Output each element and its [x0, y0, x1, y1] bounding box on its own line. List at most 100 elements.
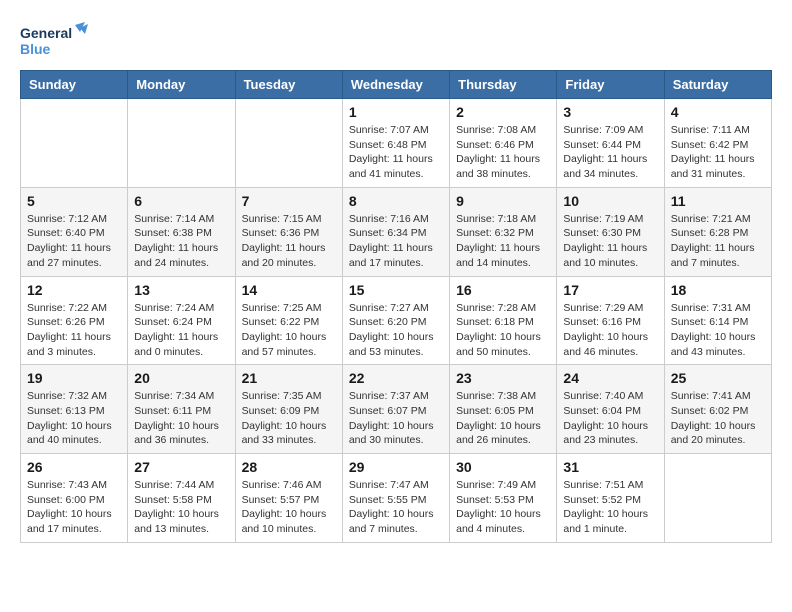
- day-number: 24: [563, 370, 657, 386]
- day-number: 29: [349, 459, 443, 475]
- weekday-header-thursday: Thursday: [450, 71, 557, 99]
- calendar-cell: 9 Sunrise: 7:18 AM Sunset: 6:32 PM Daylig…: [450, 187, 557, 276]
- day-number: 20: [134, 370, 228, 386]
- weekday-header-row: SundayMondayTuesdayWednesdayThursdayFrid…: [21, 71, 772, 99]
- weekday-header-tuesday: Tuesday: [235, 71, 342, 99]
- calendar-cell: 15 Sunrise: 7:27 AM Sunset: 6:20 PM Dayli…: [342, 276, 449, 365]
- week-row-4: 19 Sunrise: 7:32 AM Sunset: 6:13 PM Dayli…: [21, 365, 772, 454]
- calendar-cell: 2Sunrise: 7:08 AM Sunset: 6:46 PM Daylig…: [450, 99, 557, 188]
- day-info: Sunrise: 7:19 AM Sunset: 6:30 PM Dayligh…: [563, 212, 657, 271]
- day-number: 5: [27, 193, 121, 209]
- day-number: 30: [456, 459, 550, 475]
- day-info: Sunrise: 7:14 AM Sunset: 6:38 PM Dayligh…: [134, 212, 228, 271]
- weekday-header-wednesday: Wednesday: [342, 71, 449, 99]
- day-number: 21: [242, 370, 336, 386]
- day-number: 9: [456, 193, 550, 209]
- week-row-5: 26 Sunrise: 7:43 AM Sunset: 6:00 PM Dayli…: [21, 454, 772, 543]
- page-header: General Blue: [20, 20, 772, 60]
- day-info: Sunrise: 7:47 AM Sunset: 5:55 PM Dayligh…: [349, 478, 443, 537]
- day-info: Sunrise: 7:28 AM Sunset: 6:18 PM Dayligh…: [456, 301, 550, 360]
- calendar-cell: [128, 99, 235, 188]
- day-info: Sunrise: 7:07 AM Sunset: 6:48 PM Dayligh…: [349, 123, 443, 182]
- calendar-cell: 17 Sunrise: 7:29 AM Sunset: 6:16 PM Dayli…: [557, 276, 664, 365]
- logo-svg: General Blue: [20, 20, 90, 60]
- week-row-1: 1Sunrise: 7:07 AM Sunset: 6:48 PM Daylig…: [21, 99, 772, 188]
- calendar-cell: 23 Sunrise: 7:38 AM Sunset: 6:05 PM Dayli…: [450, 365, 557, 454]
- day-number: 26: [27, 459, 121, 475]
- svg-text:Blue: Blue: [20, 41, 51, 57]
- day-number: 31: [563, 459, 657, 475]
- day-info: Sunrise: 7:37 AM Sunset: 6:07 PM Dayligh…: [349, 389, 443, 448]
- day-info: Sunrise: 7:27 AM Sunset: 6:20 PM Dayligh…: [349, 301, 443, 360]
- day-number: 13: [134, 282, 228, 298]
- calendar-cell: 5 Sunrise: 7:12 AM Sunset: 6:40 PM Daylig…: [21, 187, 128, 276]
- day-info: Sunrise: 7:34 AM Sunset: 6:11 PM Dayligh…: [134, 389, 228, 448]
- calendar-cell: [235, 99, 342, 188]
- calendar-cell: 13 Sunrise: 7:24 AM Sunset: 6:24 PM Dayli…: [128, 276, 235, 365]
- calendar-cell: 3 Sunrise: 7:09 AM Sunset: 6:44 PM Daylig…: [557, 99, 664, 188]
- day-info: Sunrise: 7:40 AM Sunset: 6:04 PM Dayligh…: [563, 389, 657, 448]
- calendar-cell: 7Sunrise: 7:15 AM Sunset: 6:36 PM Daylig…: [235, 187, 342, 276]
- day-number: 4: [671, 104, 765, 120]
- day-number: 22: [349, 370, 443, 386]
- day-info: Sunrise: 7:35 AM Sunset: 6:09 PM Dayligh…: [242, 389, 336, 448]
- calendar-cell: 20 Sunrise: 7:34 AM Sunset: 6:11 PM Dayli…: [128, 365, 235, 454]
- day-info: Sunrise: 7:51 AM Sunset: 5:52 PM Dayligh…: [563, 478, 657, 537]
- calendar-cell: 6Sunrise: 7:14 AM Sunset: 6:38 PM Daylig…: [128, 187, 235, 276]
- calendar-cell: 19 Sunrise: 7:32 AM Sunset: 6:13 PM Dayli…: [21, 365, 128, 454]
- day-number: 28: [242, 459, 336, 475]
- day-info: Sunrise: 7:49 AM Sunset: 5:53 PM Dayligh…: [456, 478, 550, 537]
- day-info: Sunrise: 7:41 AM Sunset: 6:02 PM Dayligh…: [671, 389, 765, 448]
- day-info: Sunrise: 7:24 AM Sunset: 6:24 PM Dayligh…: [134, 301, 228, 360]
- day-info: Sunrise: 7:21 AM Sunset: 6:28 PM Dayligh…: [671, 212, 765, 271]
- calendar-table: SundayMondayTuesdayWednesdayThursdayFrid…: [20, 70, 772, 543]
- calendar-cell: 22 Sunrise: 7:37 AM Sunset: 6:07 PM Dayli…: [342, 365, 449, 454]
- day-info: Sunrise: 7:29 AM Sunset: 6:16 PM Dayligh…: [563, 301, 657, 360]
- day-number: 15: [349, 282, 443, 298]
- day-info: Sunrise: 7:38 AM Sunset: 6:05 PM Dayligh…: [456, 389, 550, 448]
- day-info: Sunrise: 7:22 AM Sunset: 6:26 PM Dayligh…: [27, 301, 121, 360]
- svg-text:General: General: [20, 25, 72, 41]
- calendar-cell: [664, 454, 771, 543]
- day-info: Sunrise: 7:43 AM Sunset: 6:00 PM Dayligh…: [27, 478, 121, 537]
- calendar-cell: [21, 99, 128, 188]
- day-number: 27: [134, 459, 228, 475]
- day-number: 16: [456, 282, 550, 298]
- calendar-cell: 8Sunrise: 7:16 AM Sunset: 6:34 PM Daylig…: [342, 187, 449, 276]
- calendar-cell: 11 Sunrise: 7:21 AM Sunset: 6:28 PM Dayli…: [664, 187, 771, 276]
- calendar-cell: 1Sunrise: 7:07 AM Sunset: 6:48 PM Daylig…: [342, 99, 449, 188]
- day-number: 12: [27, 282, 121, 298]
- weekday-header-sunday: Sunday: [21, 71, 128, 99]
- day-number: 14: [242, 282, 336, 298]
- day-info: Sunrise: 7:25 AM Sunset: 6:22 PM Dayligh…: [242, 301, 336, 360]
- calendar-cell: 14 Sunrise: 7:25 AM Sunset: 6:22 PM Dayli…: [235, 276, 342, 365]
- week-row-3: 12 Sunrise: 7:22 AM Sunset: 6:26 PM Dayli…: [21, 276, 772, 365]
- day-info: Sunrise: 7:12 AM Sunset: 6:40 PM Dayligh…: [27, 212, 121, 271]
- day-info: Sunrise: 7:11 AM Sunset: 6:42 PM Dayligh…: [671, 123, 765, 182]
- calendar-cell: 28 Sunrise: 7:46 AM Sunset: 5:57 PM Dayli…: [235, 454, 342, 543]
- calendar-cell: 30 Sunrise: 7:49 AM Sunset: 5:53 PM Dayli…: [450, 454, 557, 543]
- day-info: Sunrise: 7:32 AM Sunset: 6:13 PM Dayligh…: [27, 389, 121, 448]
- calendar-cell: 26 Sunrise: 7:43 AM Sunset: 6:00 PM Dayli…: [21, 454, 128, 543]
- day-info: Sunrise: 7:44 AM Sunset: 5:58 PM Dayligh…: [134, 478, 228, 537]
- day-number: 25: [671, 370, 765, 386]
- calendar-cell: 29 Sunrise: 7:47 AM Sunset: 5:55 PM Dayli…: [342, 454, 449, 543]
- calendar-cell: 16 Sunrise: 7:28 AM Sunset: 6:18 PM Dayli…: [450, 276, 557, 365]
- day-number: 19: [27, 370, 121, 386]
- day-number: 3: [563, 104, 657, 120]
- day-info: Sunrise: 7:08 AM Sunset: 6:46 PM Dayligh…: [456, 123, 550, 182]
- weekday-header-monday: Monday: [128, 71, 235, 99]
- week-row-2: 5 Sunrise: 7:12 AM Sunset: 6:40 PM Daylig…: [21, 187, 772, 276]
- calendar-cell: 21 Sunrise: 7:35 AM Sunset: 6:09 PM Dayli…: [235, 365, 342, 454]
- calendar-cell: 18Sunrise: 7:31 AM Sunset: 6:14 PM Dayli…: [664, 276, 771, 365]
- calendar-cell: 10 Sunrise: 7:19 AM Sunset: 6:30 PM Dayli…: [557, 187, 664, 276]
- day-info: Sunrise: 7:18 AM Sunset: 6:32 PM Dayligh…: [456, 212, 550, 271]
- day-number: 11: [671, 193, 765, 209]
- day-info: Sunrise: 7:09 AM Sunset: 6:44 PM Dayligh…: [563, 123, 657, 182]
- day-number: 17: [563, 282, 657, 298]
- day-info: Sunrise: 7:46 AM Sunset: 5:57 PM Dayligh…: [242, 478, 336, 537]
- weekday-header-saturday: Saturday: [664, 71, 771, 99]
- day-number: 23: [456, 370, 550, 386]
- calendar-cell: 4 Sunrise: 7:11 AM Sunset: 6:42 PM Daylig…: [664, 99, 771, 188]
- day-number: 10: [563, 193, 657, 209]
